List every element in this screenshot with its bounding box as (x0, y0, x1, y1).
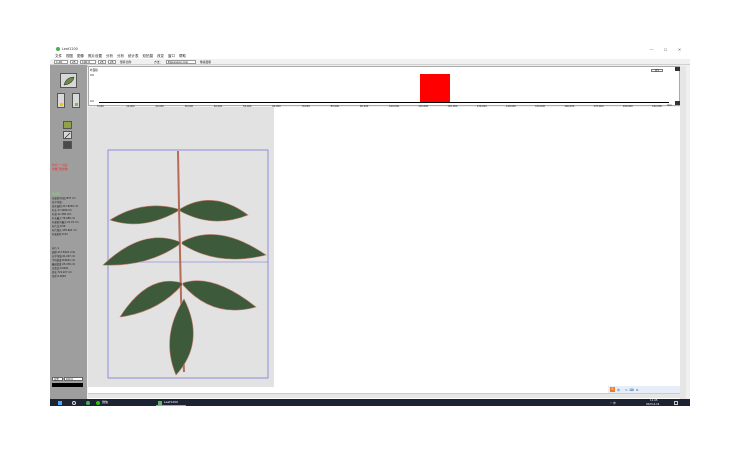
area-histogram: 叶面积 0.8 0.0 5,00010,00020,00030,00040,00… (88, 66, 680, 108)
active-task-indicator (156, 405, 186, 406)
method-label: 方法： (154, 60, 163, 64)
browser-icon[interactable] (86, 400, 90, 405)
ime-item[interactable]: ⌨ (630, 388, 634, 392)
zoom-field[interactable]: 1.00 (54, 60, 68, 64)
dark-tool-button[interactable] (63, 141, 72, 149)
histogram-bar (420, 73, 450, 102)
leaf-app-task-icon[interactable] (158, 400, 162, 405)
method-select[interactable]: Expansion Cal (166, 60, 196, 64)
scale-label: 量算比例: (120, 60, 133, 64)
ime-item[interactable]: 中 (617, 388, 620, 392)
vertical-scrollbar[interactable] (680, 66, 686, 399)
minimize-button[interactable]: — (646, 46, 657, 53)
green-marker-icon (75, 103, 78, 106)
ime-toolbar[interactable]: S 中 · ⊙ ⌨ ⚙ (608, 386, 680, 393)
notification-icon[interactable] (674, 400, 678, 405)
system-tray[interactable]: ◠ 中 (610, 401, 616, 405)
wechat-icon[interactable] (96, 400, 100, 405)
title-bar: Leaf1200 — ☐ ✕ (50, 46, 690, 53)
toolbar-field-4[interactable]: 25 (98, 60, 106, 64)
calibrate-right-button[interactable] (72, 93, 80, 108)
ime-item[interactable]: · (622, 388, 623, 392)
close-button[interactable]: ✕ (674, 46, 685, 53)
ime-item[interactable]: ⚙ (636, 388, 639, 392)
histogram-x-axis (99, 102, 669, 103)
stat-line: 叶面形状:0.63 (52, 233, 68, 236)
toolbar-field-5[interactable]: 25 (108, 60, 116, 64)
leaf-icon (63, 76, 75, 86)
pixel-area-label: 像素面积 (200, 60, 212, 64)
toolbar-field-3[interactable]: 100.0 mm (80, 60, 96, 67)
wechat-task[interactable]: 微信 (102, 400, 108, 405)
position-label: 位置 (52, 377, 63, 381)
histogram-ybottom: 0.0 (90, 100, 94, 103)
position-input[interactable]: 100.0 (64, 377, 83, 381)
histogram-ylabel: 叶面积 (90, 69, 98, 72)
maximize-button[interactable]: ☐ (660, 46, 671, 53)
status-red-2: 参数已经参数 (52, 168, 68, 171)
left-panel: 叶片一一对应 参数已经参数 叶片值 总面积(有效):837 cm 总平均值: 总… (50, 65, 87, 399)
taskbar: 微信 Leaf1200 ◠ 中 11:45 2023-4-14 (50, 399, 690, 406)
window-title: Leaf1200 (62, 47, 78, 51)
ime-item[interactable]: ⊙ (625, 388, 628, 392)
leaf-drawing (88, 107, 274, 387)
toolbar: 1.00 25 100.0 mm 25 25 量算比例: 方法： Expansi… (50, 59, 690, 67)
windows-start-icon[interactable] (58, 400, 62, 405)
pen-tool-button[interactable] (63, 131, 72, 139)
histogram-ytop: 0.8 (90, 74, 94, 77)
leaf-scan-image (88, 107, 274, 387)
leaf-stat-line: 形状:0.0093 (52, 275, 66, 278)
clock-date[interactable]: 2023-4-14 (646, 403, 659, 406)
screen: Leaf1200 — ☐ ✕ 文件 视图 图像 照片设置 分析 分析 统计表 双… (50, 46, 690, 406)
pen-icon (64, 132, 71, 139)
image-canvas[interactable] (88, 107, 680, 399)
select-tool-button[interactable] (63, 121, 72, 129)
sogou-logo-icon: S (610, 387, 615, 392)
toolbar-field-2[interactable]: 25 (70, 60, 78, 64)
horizontal-scrollbar[interactable] (88, 393, 680, 398)
progress-strip (52, 383, 83, 387)
calibrate-left-button[interactable] (57, 93, 65, 108)
histogram-display-button[interactable]: 显示 (651, 69, 663, 72)
yellow-marker-icon (60, 103, 63, 106)
leaf-tool-button[interactable] (60, 73, 77, 88)
search-icon[interactable] (72, 400, 76, 405)
leaf-app-icon (56, 47, 60, 51)
